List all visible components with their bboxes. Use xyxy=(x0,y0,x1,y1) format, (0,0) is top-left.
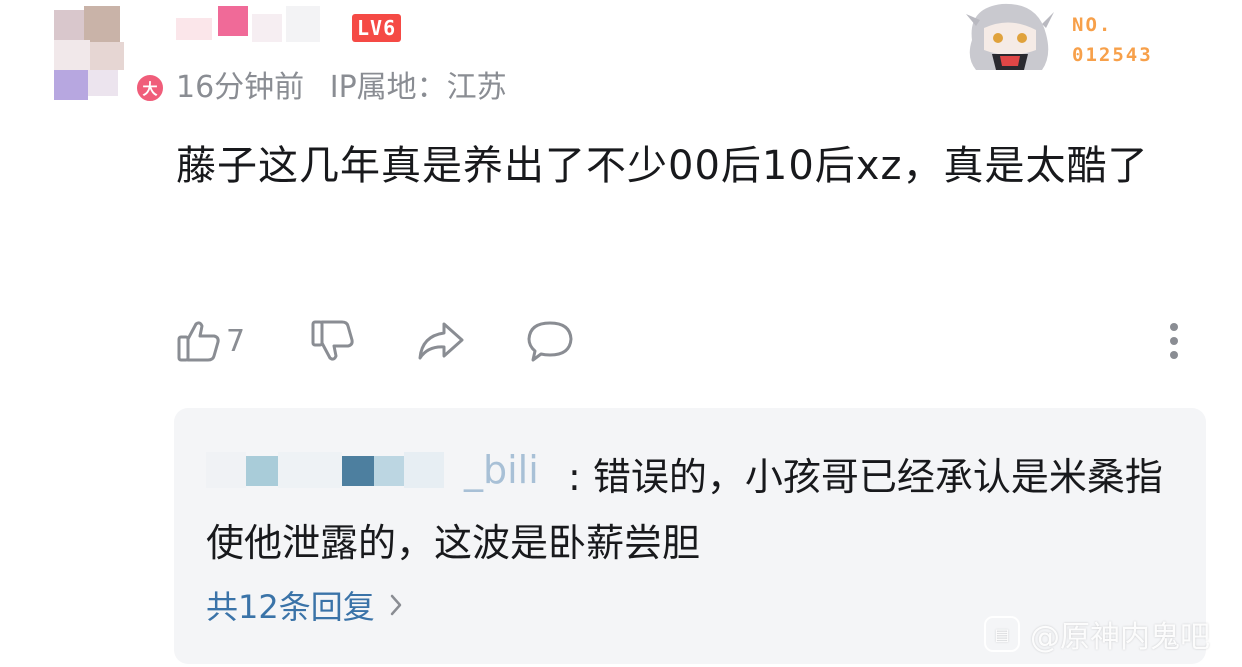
thumbs-down-icon xyxy=(311,320,354,361)
level-badge: LV6 xyxy=(352,14,402,42)
reply-button[interactable] xyxy=(526,316,574,366)
fan-card[interactable]: NO. 012543 xyxy=(962,0,1162,76)
username[interactable] xyxy=(176,4,346,42)
comment-time: 16分钟前 xyxy=(176,70,305,105)
watermark: ▤ @原神内鬼吧 xyxy=(984,612,1210,656)
like-button[interactable]: 7 xyxy=(176,316,245,366)
comment-text: 藤子这几年真是养出了不少00后10后xz，真是太酷了 xyxy=(176,143,1149,189)
like-count: 7 xyxy=(226,323,246,359)
share-button[interactable] xyxy=(416,316,466,366)
fan-number: NO. 012543 xyxy=(1072,10,1153,70)
comment-icon xyxy=(527,321,573,362)
watermark-text: @原神内鬼吧 xyxy=(1030,620,1210,655)
fan-card-avatar-icon xyxy=(966,3,1054,70)
comment-actions: 7 xyxy=(176,316,1196,366)
tieba-logo-icon: ▤ xyxy=(984,616,1020,652)
ip-location: IP属地：江苏 xyxy=(329,70,507,105)
view-replies-label: 共12条回复 xyxy=(206,588,375,626)
reply-text: : 错误的，小孩哥已经承认是米桑指使他泄露的，这波是卧薪尝胆 xyxy=(206,455,1163,565)
comment-meta: 16分钟前 IP属地：江苏 xyxy=(176,62,507,106)
vip-badge: 大 xyxy=(134,72,166,104)
chevron-right-icon xyxy=(390,594,401,616)
fan-number-value: 012543 xyxy=(1072,44,1153,66)
share-icon xyxy=(418,322,464,360)
more-options-button[interactable] xyxy=(1168,316,1180,366)
view-replies-link[interactable]: 共12条回复 xyxy=(206,582,403,628)
dislike-button[interactable] xyxy=(310,316,356,366)
thumbs-up-icon xyxy=(177,321,220,362)
more-vertical-icon xyxy=(1170,323,1178,359)
fan-number-prefix: NO. xyxy=(1072,14,1113,36)
